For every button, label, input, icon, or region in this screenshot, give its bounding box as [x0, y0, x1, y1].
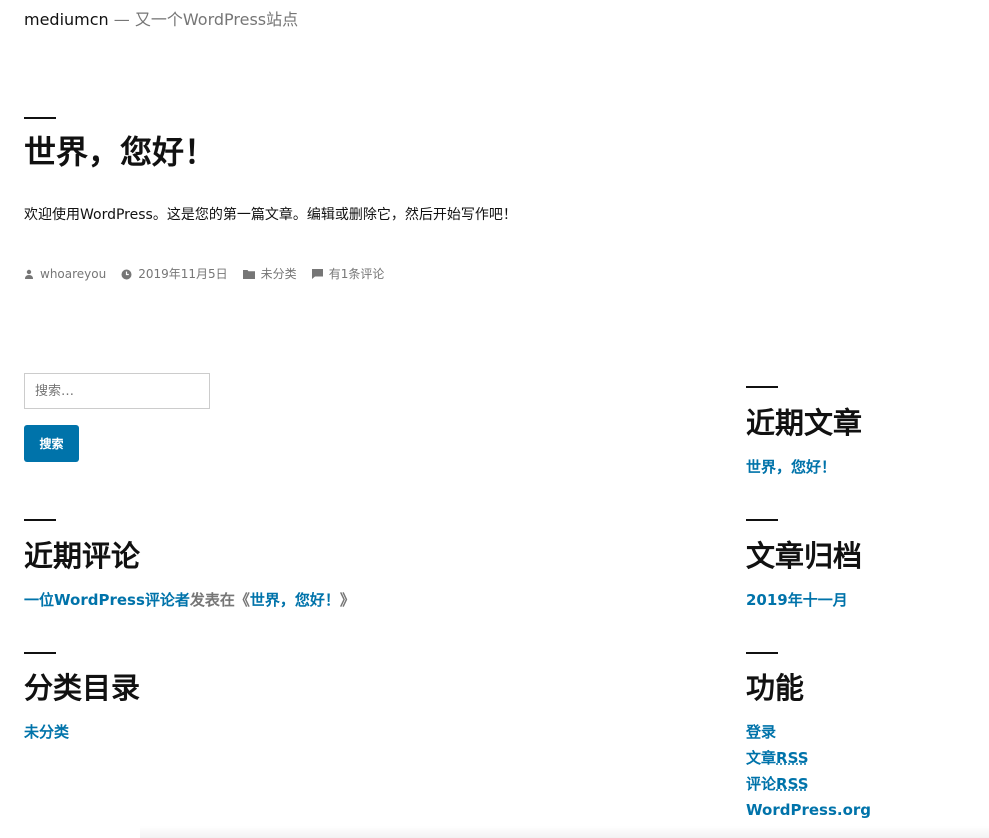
- search-input[interactable]: [24, 373, 210, 409]
- recent-comments-title: 近期评论: [24, 539, 141, 573]
- comment-author-link[interactable]: 一位WordPress评论者: [24, 591, 190, 609]
- category-item-link[interactable]: 未分类: [24, 723, 69, 741]
- archive-link[interactable]: 2019年十一月: [746, 591, 848, 609]
- comments-link[interactable]: 有1条评论: [329, 266, 385, 282]
- entries-rss-prefix: 文章: [746, 749, 777, 767]
- comment-post-link[interactable]: 世界，您好！: [250, 591, 340, 609]
- comment-icon: [311, 269, 323, 279]
- comments-rss-prefix: 评论: [746, 775, 777, 793]
- meta-comments: 有1条评论: [311, 266, 385, 282]
- post-title-divider: [24, 117, 56, 119]
- comments-rss-abbr: RSS: [776, 775, 809, 793]
- recent-posts-divider: [746, 386, 778, 388]
- site-title-separator: —: [113, 10, 130, 29]
- bottom-edge-shadow: [140, 826, 989, 838]
- recent-comment-item: 一位WordPress评论者发表在《世界，您好！》: [24, 587, 355, 613]
- person-icon: [25, 269, 33, 279]
- meta-comments-rss-item: 评论RSS: [746, 771, 871, 797]
- comments-rss-link[interactable]: 评论RSS: [746, 775, 809, 793]
- meta-category: 未分类: [242, 266, 297, 282]
- recent-posts-list: 世界，您好！: [746, 454, 836, 480]
- recent-posts-title: 近期文章: [746, 406, 863, 440]
- archives-list: 2019年十一月: [746, 587, 848, 613]
- clock-icon: [121, 269, 132, 279]
- post-title[interactable]: 世界，您好！: [24, 132, 216, 172]
- recent-comments-divider: [24, 519, 56, 521]
- post-title-text[interactable]: 世界，您好！: [24, 133, 216, 171]
- folder-icon: [242, 270, 255, 279]
- wordpress-org-link[interactable]: WordPress.org: [746, 801, 871, 819]
- post-meta: whoareyou 2019年11月5日 未分类 有1条评论: [24, 266, 399, 282]
- post-content: 欢迎使用WordPress。这是您的第一篇文章。编辑或删除它，然后开始写作吧！: [24, 207, 517, 223]
- entries-rss-link[interactable]: 文章RSS: [746, 749, 809, 767]
- login-link[interactable]: 登录: [746, 723, 776, 741]
- archives-title: 文章归档: [746, 539, 863, 573]
- meta-divider: [746, 652, 778, 654]
- meta-login-item: 登录: [746, 719, 871, 745]
- comment-connector: 发表在《: [189, 591, 250, 609]
- meta-date: 2019年11月5日: [121, 266, 228, 282]
- meta-title: 功能: [746, 671, 805, 705]
- site-header: mediumcn — 又一个WordPress站点: [24, 10, 298, 30]
- category-link[interactable]: 未分类: [261, 266, 297, 282]
- meta-wordpress-item: WordPress.org: [746, 797, 871, 823]
- categories-divider: [24, 652, 56, 654]
- search-button[interactable]: 搜索: [24, 425, 79, 462]
- categories-list: 未分类: [24, 719, 69, 745]
- author-link[interactable]: whoareyou: [40, 266, 106, 282]
- entries-rss-abbr: RSS: [776, 749, 809, 767]
- site-title-link[interactable]: mediumcn: [24, 10, 109, 29]
- comment-close: 》: [339, 591, 355, 609]
- meta-list: 登录 文章RSS 评论RSS WordPress.org: [746, 719, 871, 823]
- site-description: 又一个WordPress站点: [134, 10, 299, 29]
- recent-post-link[interactable]: 世界，您好！: [746, 458, 836, 476]
- archives-divider: [746, 519, 778, 521]
- meta-menu: 登录 文章RSS 评论RSS WordPress.org: [746, 719, 871, 823]
- categories-title: 分类目录: [24, 671, 141, 705]
- meta-entries-rss-item: 文章RSS: [746, 745, 871, 771]
- date-link[interactable]: 2019年11月5日: [138, 266, 227, 282]
- meta-author: whoareyou: [24, 266, 106, 282]
